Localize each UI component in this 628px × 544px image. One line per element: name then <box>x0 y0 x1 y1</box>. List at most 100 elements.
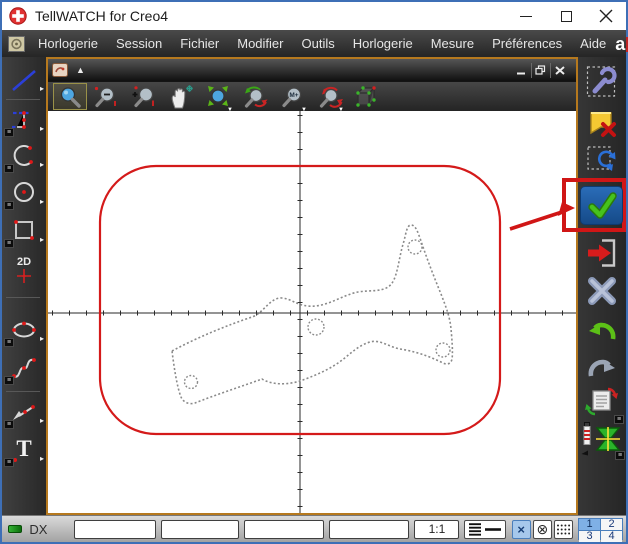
action-toolbar: ≡ ≡ <box>578 57 626 515</box>
exit-door-arrow-icon <box>586 237 618 269</box>
zoom-memory-button[interactable]: M+ ▼ <box>275 83 309 110</box>
menu-outils[interactable]: Outils <box>293 36 344 51</box>
construction-line-tool[interactable]: ≡ ▸ <box>4 103 44 137</box>
coordinate-field-1[interactable] <box>74 520 156 539</box>
close-icon <box>599 9 613 23</box>
flyout-arrow-icon[interactable]: ▸ <box>40 455 44 463</box>
text-tool[interactable]: T ≡ ▸ <box>4 429 44 467</box>
tool-menu-icon[interactable]: ≡ <box>4 458 14 467</box>
tool-menu-icon[interactable]: ≡ <box>4 338 14 347</box>
menu-session[interactable]: Session <box>107 36 171 51</box>
coordinate-field-3[interactable] <box>244 520 324 539</box>
confirm-check-button[interactable] <box>580 186 623 225</box>
undo-button[interactable] <box>587 315 617 348</box>
menu-mesure[interactable]: Mesure <box>422 36 483 51</box>
probe-tool-icon[interactable] <box>581 422 593 456</box>
tool-menu-icon[interactable]: ≡ <box>4 239 14 248</box>
line-tool[interactable]: ▸ <box>4 63 44 97</box>
snap-cross-toggle[interactable]: × <box>512 520 531 539</box>
tool-menu-icon[interactable]: ≡ <box>4 128 14 137</box>
rollup-pin-icon[interactable]: ▲ <box>76 65 85 75</box>
maximize-button[interactable] <box>546 2 586 30</box>
zoom-fit-button[interactable]: ▼ <box>201 83 235 110</box>
line-style-button[interactable] <box>464 520 505 539</box>
zoom-in-button[interactable] <box>127 83 161 110</box>
flyout-arrow-icon[interactable]: ▸ <box>40 335 44 343</box>
arc-tool[interactable]: ≡ ▸ <box>4 139 44 173</box>
options-wrench-button[interactable] <box>586 65 618 104</box>
child-minimize-button[interactable] <box>512 63 530 78</box>
scale-field[interactable] <box>414 520 459 539</box>
viewport-1-button[interactable]: 1 <box>579 519 600 530</box>
child-minimize-icon <box>516 66 526 75</box>
zoom-out-button[interactable] <box>90 83 124 110</box>
cancel-cross-button[interactable] <box>586 275 618 312</box>
coordinate-field-4[interactable] <box>329 520 409 539</box>
tool-menu-icon[interactable]: ≡ <box>615 451 625 460</box>
flyout-arrow-icon[interactable]: ▸ <box>40 417 44 425</box>
undo-icon <box>587 315 617 343</box>
tool-menu-icon[interactable]: ≡ <box>4 420 14 429</box>
child-title-bar[interactable]: ▲ <box>48 59 576 81</box>
flyout-arrow-icon[interactable]: ▸ <box>40 125 44 133</box>
view-cube-button[interactable] <box>349 83 383 110</box>
redo-button[interactable] <box>587 352 617 385</box>
menu-fichier[interactable]: Fichier <box>171 36 228 51</box>
flyout-arrow-icon[interactable]: ▸ <box>40 236 44 244</box>
coordinate-field-2[interactable] <box>161 520 239 539</box>
zoom-toolbar: ▼ M+ <box>48 81 576 111</box>
spline-icon <box>10 354 38 382</box>
maximize-icon <box>561 11 572 22</box>
menu-horlogerie-2[interactable]: Horlogerie <box>344 36 422 51</box>
tool-menu-icon[interactable]: ≡ <box>4 201 14 210</box>
refresh-selection-button[interactable] <box>586 143 618 180</box>
zoom-fit-icon <box>204 85 232 109</box>
zoom-previous-button[interactable] <box>238 83 272 110</box>
zoom-rotate-button[interactable]: ▼ <box>312 83 346 110</box>
leader-arrow-tool[interactable]: ≡ ▸ <box>4 395 44 429</box>
pan-button[interactable] <box>164 83 198 110</box>
grid-dots-icon <box>556 523 571 536</box>
grid-toggle[interactable] <box>554 520 573 539</box>
drawing-toolbar: ▸ ≡ ▸ ≡ ▸ <box>2 57 46 515</box>
line-icon <box>10 66 38 94</box>
toolbar-separator <box>6 99 40 100</box>
flyout-arrow-icon[interactable]: ▸ <box>40 198 44 206</box>
viewport-2-button[interactable]: 2 <box>601 519 622 530</box>
menu-modifier[interactable]: Modifier <box>228 36 292 51</box>
zoom-region-button[interactable] <box>53 83 87 110</box>
exit-apply-button[interactable] <box>586 237 618 274</box>
check-icon <box>585 190 619 222</box>
tool-menu-icon[interactable]: ≡ <box>4 376 14 385</box>
ellipse-tool[interactable]: ≡ ▸ <box>4 313 44 347</box>
red-cross-icon <box>16 268 32 284</box>
update-document-button[interactable]: ≡ <box>584 383 620 426</box>
flyout-arrow-icon[interactable]: ▸ <box>40 161 44 169</box>
minimize-button[interactable] <box>506 2 546 30</box>
circle-tool[interactable]: ≡ ▸ <box>4 176 44 210</box>
flyout-arrow-icon[interactable]: ▸ <box>40 85 44 93</box>
close-button[interactable] <box>586 2 626 30</box>
menu-aide[interactable]: Aide <box>571 36 615 51</box>
memory-zoom-label: M+ <box>289 92 298 99</box>
rectangle-tool[interactable]: ≡ ▸ <box>4 214 44 248</box>
delete-note-button[interactable] <box>586 107 618 144</box>
title-bar: TellWATCH for Creo4 <box>2 2 626 30</box>
viewport-3-button[interactable]: 3 <box>579 531 600 542</box>
logo-letter-a: a <box>615 35 625 53</box>
part-hole <box>408 240 422 254</box>
menu-preferences[interactable]: Préférences <box>483 36 571 51</box>
2d-point-tool[interactable]: 2D <box>4 249 44 291</box>
tool-menu-icon[interactable]: ≡ <box>4 164 14 173</box>
snap-circle-toggle[interactable]: ⊗ <box>533 520 552 539</box>
toolbar-separator <box>6 297 40 298</box>
circle-x-icon: ⊗ <box>536 522 548 536</box>
child-restore-button[interactable] <box>531 63 549 78</box>
spline-tool[interactable]: ≡ <box>4 351 44 385</box>
menu-horlogerie-1[interactable]: Horlogerie <box>29 36 107 51</box>
viewport-4-button[interactable]: 4 <box>601 531 622 542</box>
drawing-canvas[interactable] <box>48 111 576 513</box>
toolbar-separator <box>6 391 40 392</box>
symmetry-tool-icon[interactable] <box>594 426 622 452</box>
child-close-button[interactable] <box>550 63 568 78</box>
